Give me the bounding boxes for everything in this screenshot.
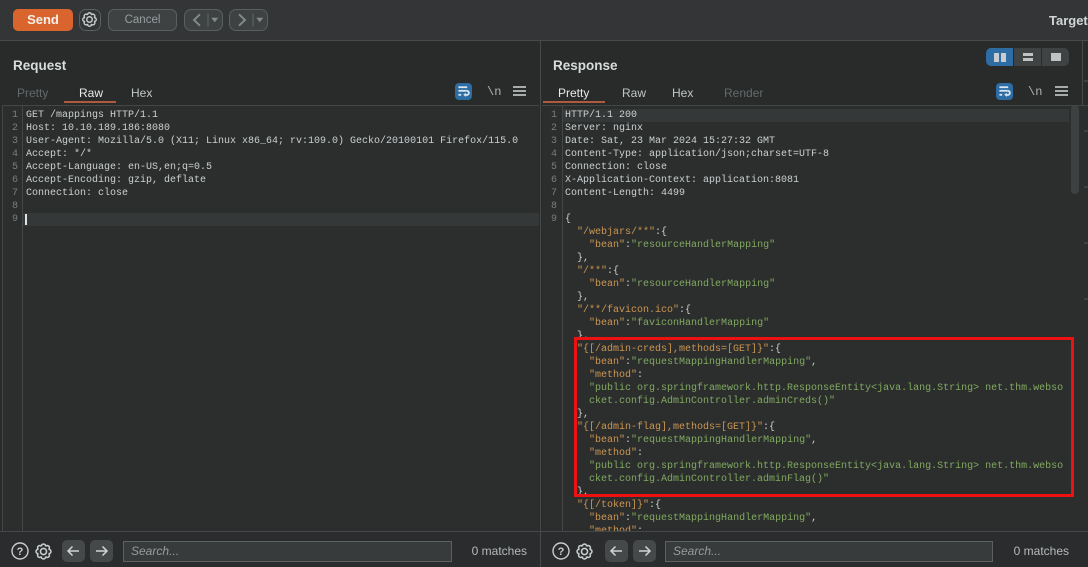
svg-text:?: ? xyxy=(558,546,565,558)
svg-text:?: ? xyxy=(17,546,24,558)
